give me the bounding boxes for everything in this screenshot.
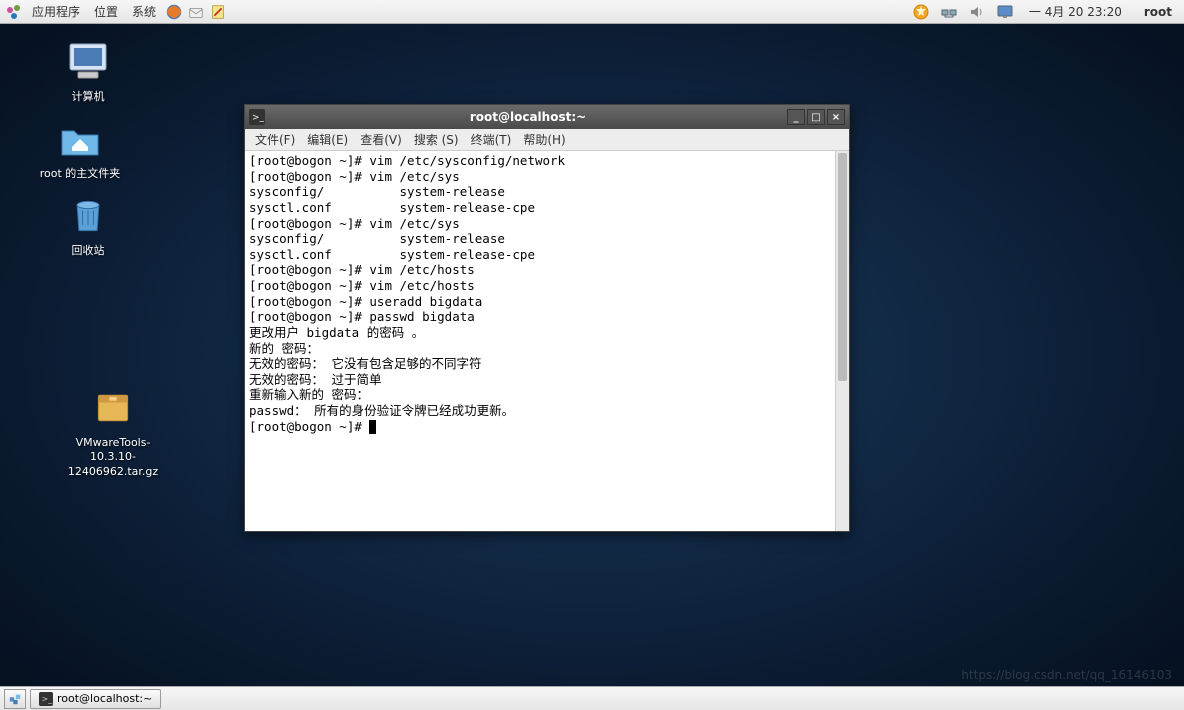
watermark: https://blog.csdn.net/qq_16146103 — [961, 668, 1172, 682]
icon-label: root 的主文件夹 — [35, 167, 125, 181]
menu-bar: 文件(F) 编辑(E) 查看(V) 搜索 (S) 终端(T) 帮助(H) — [245, 129, 849, 151]
icon-label: 回收站 — [43, 244, 133, 258]
menu-edit[interactable]: 编辑(E) — [301, 129, 354, 150]
icon-label: 计算机 — [43, 90, 133, 104]
taskbar-item-terminal[interactable]: >_ root@localhost:~ — [30, 689, 161, 709]
cursor — [369, 420, 376, 434]
menu-file[interactable]: 文件(F) — [249, 129, 301, 150]
taskbar-label: root@localhost:~ — [57, 692, 152, 705]
window-controls: _ □ × — [787, 109, 845, 125]
home-folder-icon — [56, 115, 104, 163]
close-button[interactable]: × — [827, 109, 845, 125]
minimize-button[interactable]: _ — [787, 109, 805, 125]
archive-icon — [89, 384, 137, 432]
title-bar[interactable]: >_ root@localhost:~ _ □ × — [245, 105, 849, 129]
notepad-icon[interactable] — [208, 2, 228, 22]
network-icon[interactable] — [939, 2, 959, 22]
terminal-icon: >_ — [249, 109, 265, 125]
menu-system[interactable]: 系统 — [126, 1, 162, 22]
bottom-panel: >_ root@localhost:~ — [0, 686, 1184, 710]
icon-label: VMwareTools-10.3.10-12406962.tar.gz — [53, 436, 173, 479]
desktop-icon-computer[interactable]: 计算机 — [43, 38, 133, 104]
desktop-icon-home[interactable]: root 的主文件夹 — [35, 115, 125, 181]
maximize-button[interactable]: □ — [807, 109, 825, 125]
scrollbar-thumb[interactable] — [838, 153, 847, 381]
menu-view[interactable]: 查看(V) — [354, 129, 408, 150]
window-title: root@localhost:~ — [269, 110, 787, 124]
top-panel: 应用程序 位置 系统 一 4月 20 23:20 root — [0, 0, 1184, 24]
firefox-icon[interactable] — [164, 2, 184, 22]
desktop-icon-archive[interactable]: VMwareTools-10.3.10-12406962.tar.gz — [53, 384, 173, 479]
desktop-icon-trash[interactable]: 回收站 — [43, 192, 133, 258]
terminal-body[interactable]: [root@bogon ~]# vim /etc/sysconfig/netwo… — [245, 151, 849, 531]
update-icon[interactable] — [911, 2, 931, 22]
display-icon[interactable] — [995, 2, 1015, 22]
volume-icon[interactable] — [967, 2, 987, 22]
panel-right: 一 4月 20 23:20 root — [911, 2, 1180, 22]
svg-text:>_: >_ — [42, 694, 53, 703]
menu-help[interactable]: 帮助(H) — [517, 129, 571, 150]
terminal-window: >_ root@localhost:~ _ □ × 文件(F) 编辑(E) 查看… — [244, 104, 850, 532]
mail-icon[interactable] — [186, 2, 206, 22]
scrollbar[interactable] — [835, 151, 849, 531]
foot-icon[interactable] — [4, 2, 24, 22]
terminal-output: [root@bogon ~]# vim /etc/sysconfig/netwo… — [249, 153, 565, 434]
menu-terminal[interactable]: 终端(T) — [465, 129, 518, 150]
panel-left: 应用程序 位置 系统 — [4, 1, 228, 22]
computer-icon — [64, 38, 112, 86]
user-menu[interactable]: root — [1136, 5, 1180, 19]
trash-icon — [64, 192, 112, 240]
svg-text:>_: >_ — [252, 113, 265, 123]
menu-search[interactable]: 搜索 (S) — [408, 129, 465, 150]
menu-applications[interactable]: 应用程序 — [26, 1, 86, 22]
clock[interactable]: 一 4月 20 23:20 — [1023, 3, 1128, 20]
show-desktop-button[interactable] — [4, 689, 26, 709]
menu-places[interactable]: 位置 — [88, 1, 124, 22]
